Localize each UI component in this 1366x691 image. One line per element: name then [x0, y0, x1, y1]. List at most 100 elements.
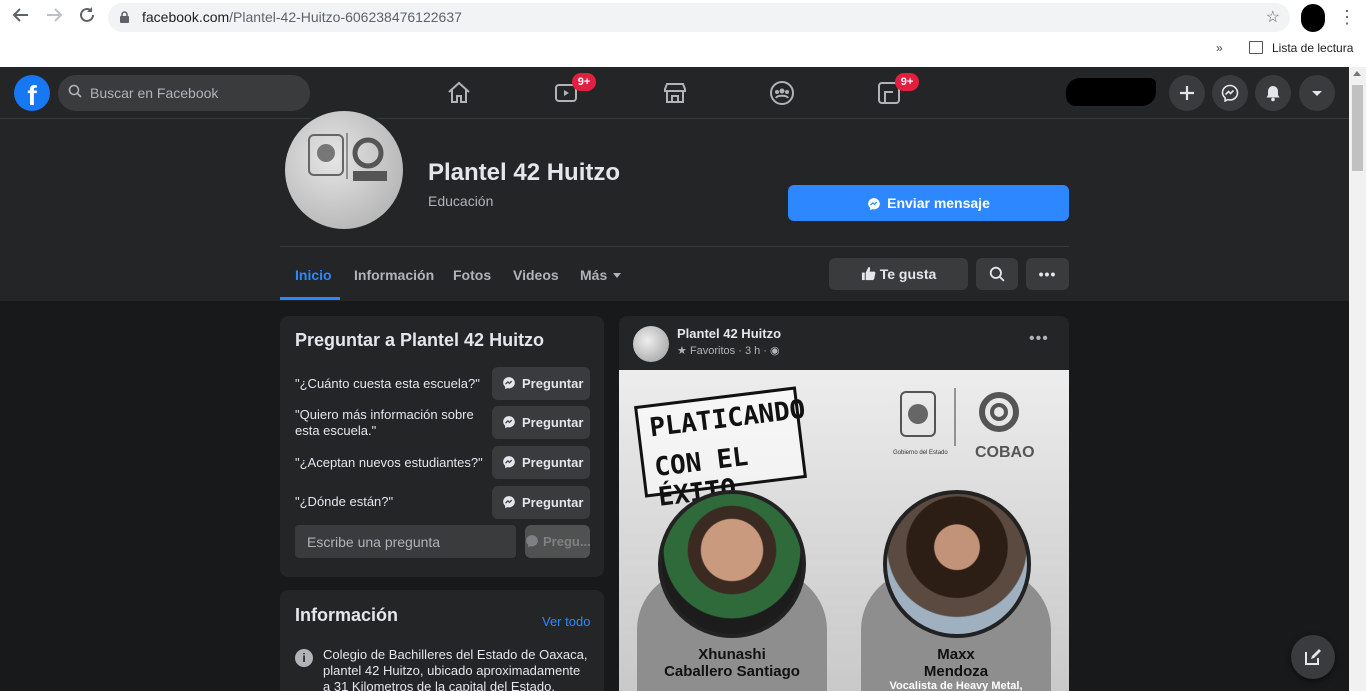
question-text: "¿Dónde están?"	[295, 494, 394, 509]
tab-mas[interactable]: Más	[580, 267, 622, 283]
favorites-star-icon: ★	[677, 345, 687, 357]
page-avatar[interactable]	[283, 109, 405, 231]
banner-line-1: PLATICANDO	[648, 394, 808, 444]
post-meta: ★ Favoritos · 3 h · ◉	[677, 344, 780, 357]
scroll-up-icon[interactable]	[1353, 71, 1361, 76]
post-image[interactable]: PLATICANDO CON EL ÉXITO Gobierno del Est…	[619, 370, 1069, 691]
url-text: facebook.com/Plantel-42-Huitzo-606238476…	[142, 9, 462, 25]
page-header: Plantel 42 Huitzo Educación Enviar mensa…	[0, 109, 1349, 301]
profile-avatar[interactable]	[1301, 4, 1325, 32]
cobao-logo-icon	[308, 133, 387, 181]
see-all-link[interactable]: Ver todo	[542, 614, 590, 629]
search-placeholder: Buscar en Facebook	[90, 85, 219, 101]
ask-button[interactable]: Preguntar	[492, 367, 590, 400]
send-message-button[interactable]: Enviar mensaje	[788, 185, 1069, 221]
page-scrollbar[interactable]	[1349, 67, 1366, 691]
like-button[interactable]: Te gusta	[829, 258, 968, 290]
guest-2-role: Vocalista de Heavy Metal,	[889, 680, 1023, 691]
send-message-label: Enviar mensaje	[887, 195, 990, 211]
messenger-icon	[503, 416, 515, 429]
guest-2-first: Maxx	[937, 646, 975, 663]
forward-arrow-icon[interactable]	[42, 6, 66, 30]
question-text: "¿Cuánto cuesta esta escuela?"	[295, 376, 480, 391]
new-message-button[interactable]	[1291, 635, 1335, 679]
info-card: Información Ver todo i Colegio de Bachil…	[280, 590, 604, 691]
ask-button[interactable]: Preguntar	[492, 446, 590, 479]
guest-1-last: Caballero Santiago	[664, 663, 800, 680]
ask-button-label: Preguntar	[522, 495, 584, 510]
messenger-icon	[503, 456, 515, 469]
question-input[interactable]: Escribe una pregunta	[295, 525, 516, 558]
tab-inicio[interactable]: Inicio	[295, 267, 332, 283]
marketplace-icon[interactable]	[662, 80, 688, 106]
messenger-button[interactable]	[1212, 75, 1248, 111]
globe-icon: ◉	[770, 345, 780, 357]
reading-list-icon[interactable]	[1249, 41, 1263, 54]
ask-button-label: Preguntar	[522, 376, 584, 391]
ask-button[interactable]: Preguntar	[492, 486, 590, 519]
create-button[interactable]	[1169, 75, 1205, 111]
ask-submit-label: Pregu...	[543, 534, 591, 549]
post-options-icon[interactable]: •••	[1029, 330, 1049, 348]
reload-icon[interactable]	[75, 6, 99, 30]
reading-list-label[interactable]: Lista de lectura	[1272, 41, 1353, 55]
home-icon[interactable]	[446, 80, 472, 106]
post-author-avatar[interactable]	[633, 326, 669, 362]
ask-button-label: Preguntar	[522, 415, 584, 430]
guest-photo-2	[883, 490, 1031, 638]
back-arrow-icon[interactable]	[9, 6, 33, 30]
tab-videos[interactable]: Videos	[513, 267, 559, 283]
more-options-button[interactable]: •••	[1026, 258, 1069, 290]
page-category[interactable]: Educación	[428, 193, 493, 209]
post-meta-text[interactable]: Favoritos · 3 h ·	[690, 345, 767, 357]
search-box[interactable]: Buscar en Facebook	[58, 75, 310, 111]
plus-icon	[1180, 86, 1194, 100]
like-label: Te gusta	[879, 266, 937, 282]
ask-button-label: Preguntar	[522, 455, 584, 470]
facebook-top-bar: f Buscar en Facebook 9+ 9+	[0, 67, 1349, 119]
facebook-logo-icon[interactable]: f	[14, 75, 50, 111]
messenger-icon	[1221, 84, 1239, 102]
search-icon	[989, 266, 1005, 282]
browser-chrome: facebook.com/Plantel-42-Huitzo-606238476…	[0, 0, 1366, 67]
cobao-caption: COBAO	[975, 444, 1035, 461]
ask-page-card: Preguntar a Plantel 42 Huitzo "¿Cuánto c…	[280, 316, 604, 577]
browser-menu-icon[interactable]: ⋮	[1338, 6, 1356, 28]
question-text: "Quiero más información sobre esta escue…	[295, 407, 474, 438]
tab-fotos[interactable]: Fotos	[453, 267, 491, 283]
watch-badge: 9+	[572, 73, 596, 91]
post-card: Plantel 42 Huitzo ★ Favoritos · 3 h · ◉ …	[619, 316, 1069, 691]
guest-2-last: Mendoza	[923, 663, 989, 680]
guest-1-first: Xhunashi	[698, 646, 766, 663]
post-author-name[interactable]: Plantel 42 Huitzo	[677, 326, 781, 341]
lock-icon	[120, 11, 129, 23]
tab-mas-label: Más	[580, 267, 608, 283]
gaming-badge: 9+	[895, 73, 919, 91]
guest-photo-1	[658, 490, 806, 638]
account-button[interactable]	[1299, 75, 1335, 111]
tab-informacion[interactable]: Información	[354, 267, 434, 283]
page-title: Plantel 42 Huitzo	[428, 159, 621, 186]
address-bar[interactable]: facebook.com/Plantel-42-Huitzo-606238476…	[108, 3, 1290, 32]
search-icon	[68, 84, 82, 98]
institution-logos: Gobierno del Estado COBAO	[887, 384, 1057, 466]
bookmarks-overflow-icon[interactable]: »	[1216, 41, 1223, 55]
notifications-icon	[1266, 86, 1280, 102]
messenger-icon	[526, 535, 538, 548]
info-icon: i	[295, 649, 313, 667]
user-profile-shortcut[interactable]	[1066, 78, 1156, 106]
groups-icon[interactable]	[769, 80, 795, 106]
bookmark-star-icon[interactable]: ☆	[1266, 7, 1280, 27]
thumbs-up-icon	[861, 266, 876, 281]
guest-2-name: Maxx Mendoza	[856, 646, 1056, 680]
ask-submit-button[interactable]: Pregu...	[525, 525, 591, 558]
scrollbar-thumb[interactable]	[1352, 85, 1363, 171]
ask-card-title: Preguntar a Plantel 42 Huitzo	[295, 330, 545, 350]
messenger-icon	[503, 377, 515, 390]
messenger-icon	[868, 198, 880, 211]
notifications-button[interactable]	[1255, 75, 1291, 111]
banner-graphic: PLATICANDO CON EL ÉXITO	[634, 386, 808, 513]
ask-button[interactable]: Preguntar	[492, 406, 590, 439]
info-card-title: Información	[295, 605, 399, 625]
page-search-button[interactable]	[976, 258, 1018, 290]
